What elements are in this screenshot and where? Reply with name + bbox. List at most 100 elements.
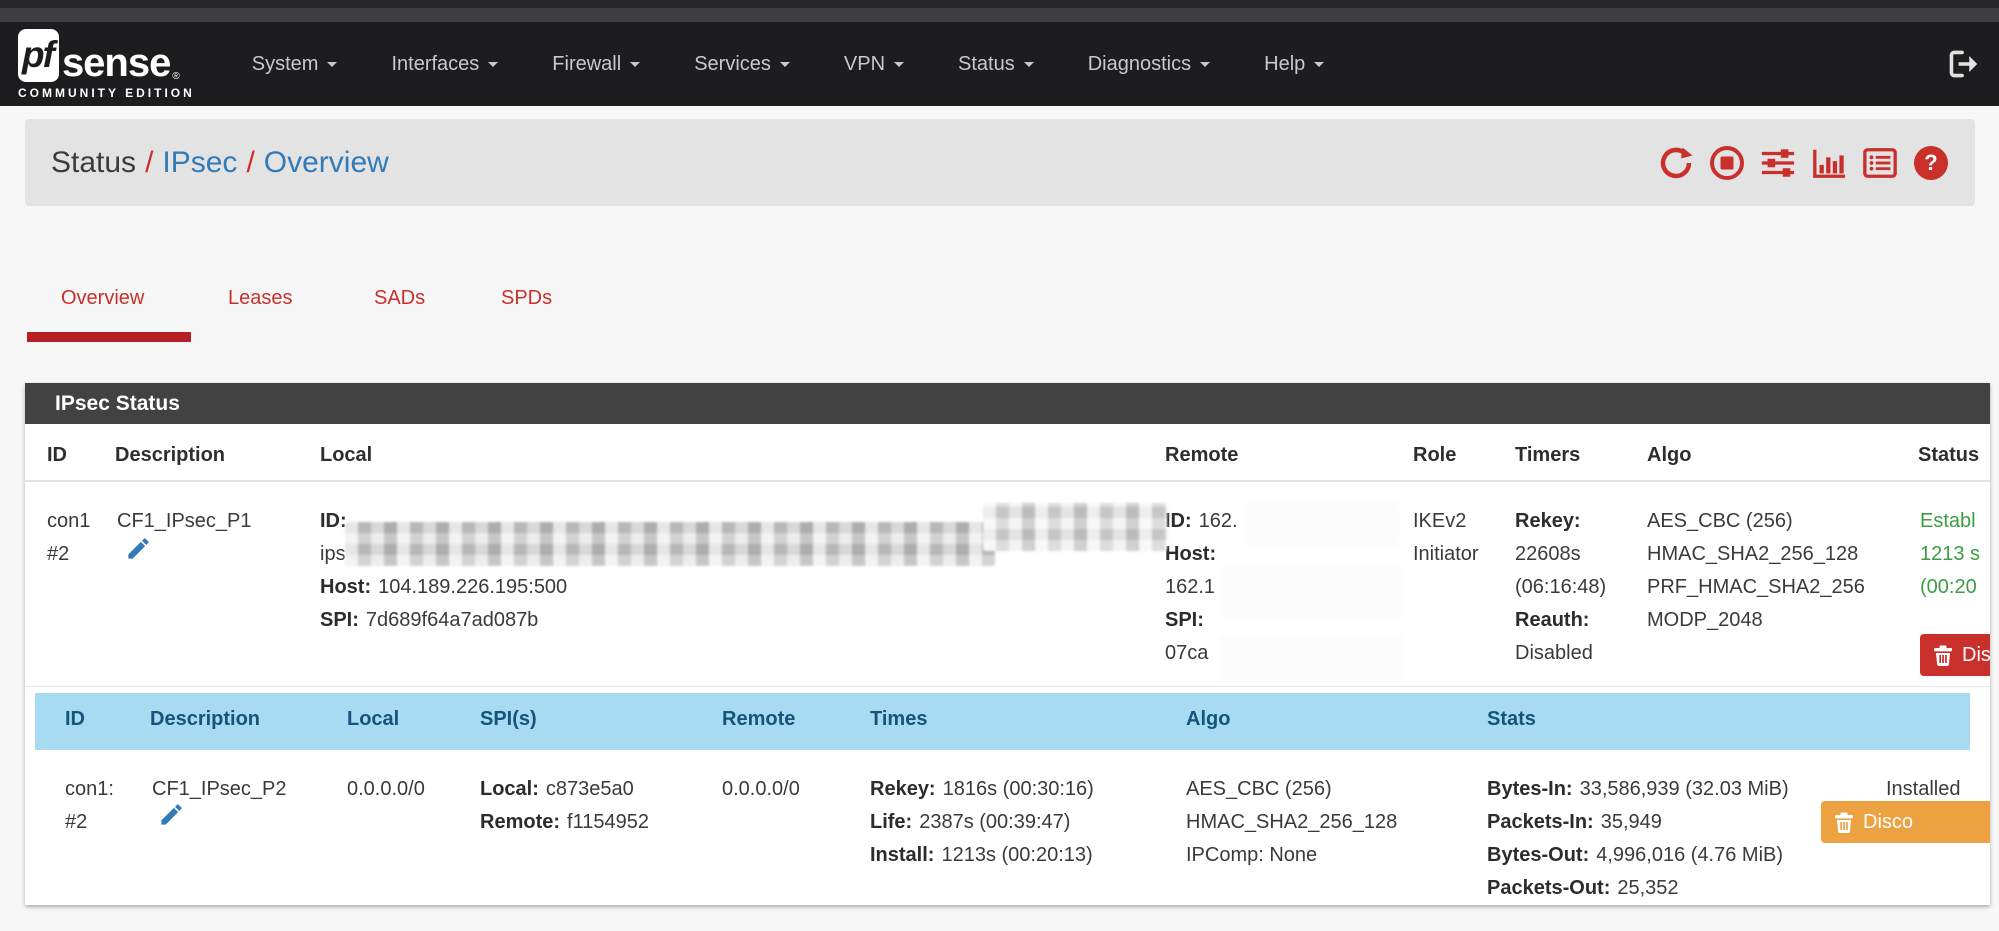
nav-menu: System Interfaces Firewall Services VPN … (225, 22, 1351, 106)
remote-host-label: Host: (1165, 543, 1216, 565)
local-id-label: ID: (320, 510, 347, 532)
time-label: Install: (870, 844, 934, 866)
p2-cell-spi: Local: c873e5a0 Remote: f1154952 (480, 773, 649, 839)
chevron-down-icon (1200, 62, 1210, 67)
p2-header-band (35, 693, 1970, 750)
p1-col-id: ID (47, 444, 67, 467)
nav-item-system[interactable]: System (225, 22, 365, 106)
remote-spi-value: 07ca (1165, 642, 1208, 664)
nav-item-label: Diagnostics (1088, 53, 1191, 76)
p2-col-spi: SPI(s) (480, 708, 537, 731)
chevron-down-icon (1314, 62, 1324, 67)
redaction-block (1224, 571, 1399, 612)
nav-item-firewall[interactable]: Firewall (525, 22, 667, 106)
p1-col-status: Status (1918, 444, 1979, 467)
chevron-down-icon (327, 62, 337, 67)
redaction-block (345, 522, 995, 566)
tab-spds[interactable]: SPDs (501, 287, 552, 310)
registered-mark: ® (172, 71, 179, 82)
nav-item-label: Services (694, 53, 771, 76)
nav-item-vpn[interactable]: VPN (817, 22, 931, 106)
reauth-value: Disabled (1515, 637, 1606, 670)
p2-id-line1: con1: (65, 773, 114, 806)
remote-id-value: 162. (1199, 510, 1238, 532)
role-line2: Initiator (1413, 538, 1479, 571)
breadcrumb-actions: ? (1658, 145, 1949, 181)
p2-cell-local: 0.0.0.0/0 (347, 773, 425, 806)
p1-cell-algo: AES_CBC (256) HMAC_SHA2_256_128 PRF_HMAC… (1647, 505, 1865, 637)
breadcrumb-separator: / (136, 146, 162, 179)
stop-circle-icon[interactable] (1709, 145, 1745, 181)
tab-leases[interactable]: Leases (228, 287, 293, 310)
p1-cell-status: Establ 1213 s (00:20 (1920, 505, 1980, 604)
trash-icon (1933, 644, 1953, 667)
local-host-label: Host: (320, 576, 371, 598)
rekey-label: Rekey: (1515, 510, 1581, 532)
nav-item-services[interactable]: Services (667, 22, 817, 106)
nav-item-label: Interfaces (391, 53, 479, 76)
spi-remote-value: f1154952 (567, 811, 649, 833)
stat-label: Packets-Out: (1487, 877, 1610, 899)
window-top-strip (0, 0, 1999, 8)
edit-pencil-icon[interactable] (125, 535, 152, 567)
stat-label: Packets-In: (1487, 811, 1594, 833)
remote-host-value: 162.1 (1165, 576, 1215, 598)
breadcrumb-bar: Status/IPsec/Overview (25, 119, 1975, 206)
list-icon[interactable] (1862, 145, 1898, 181)
ipsec-status-panel: IPsec Status ID Description Local Remote… (25, 383, 1990, 905)
panel-title: IPsec Status (25, 383, 1990, 424)
trash-icon (1834, 811, 1854, 834)
p1-col-timers: Timers (1515, 444, 1580, 467)
spi-local-value: c873e5a0 (546, 778, 634, 800)
p2-cell-stats: Bytes-In: 33,586,939 (32.03 MiB) Packets-… (1487, 773, 1789, 905)
p1-id-line2: #2 (47, 538, 90, 571)
nav-item-help[interactable]: Help (1237, 22, 1351, 106)
remote-spi-label: SPI: (1165, 609, 1204, 631)
sliders-icon[interactable] (1760, 145, 1796, 181)
tab-sads[interactable]: SADs (374, 287, 425, 310)
nav-item-status[interactable]: Status (931, 22, 1061, 106)
edit-pencil-icon[interactable] (158, 801, 185, 833)
p1-cell-role: IKEv2 Initiator (1413, 505, 1479, 571)
stat-value: 33,586,939 (32.03 MiB) (1580, 778, 1789, 800)
breadcrumb-ipsec-link[interactable]: IPsec (162, 146, 237, 179)
window-title-strip (0, 8, 1999, 22)
p2-id-line2: #2 (65, 806, 114, 839)
sign-out-icon[interactable] (1947, 48, 1979, 80)
bar-chart-icon[interactable] (1811, 145, 1847, 181)
stat-label: Bytes-In: (1487, 778, 1573, 800)
p1-col-remote: Remote (1165, 444, 1238, 467)
spi-local-label: Local: (480, 778, 539, 800)
algo-line: IPComp: None (1186, 839, 1397, 872)
nav-item-diagnostics[interactable]: Diagnostics (1061, 22, 1237, 106)
disconnect-p1-button[interactable]: Dis (1920, 634, 1990, 676)
nav-item-label: VPN (844, 53, 885, 76)
redaction-block (1251, 504, 1395, 545)
question-glyph: ? (1914, 146, 1948, 180)
algo-line: MODP_2048 (1647, 604, 1865, 637)
time-value: 2387s (00:39:47) (919, 811, 1070, 833)
nav-item-label: Status (958, 53, 1015, 76)
help-icon[interactable]: ? (1913, 145, 1949, 181)
stat-value: 35,949 (1601, 811, 1662, 833)
stat-value: 4,996,016 (4.76 MiB) (1596, 844, 1783, 866)
remote-id-label: ID: (1165, 510, 1192, 532)
refresh-icon[interactable] (1658, 145, 1694, 181)
stat-label: Bytes-Out: (1487, 844, 1589, 866)
disconnect-p2-button[interactable]: Disco (1821, 801, 1990, 843)
breadcrumb: Status/IPsec/Overview (51, 146, 389, 180)
p2-remote: 0.0.0.0/0 (722, 773, 800, 806)
nav-item-label: Firewall (552, 53, 621, 76)
breadcrumb-overview-link[interactable]: Overview (264, 146, 389, 179)
p1-cell-description: CF1_IPsec_P1 (117, 505, 252, 538)
time-value: 1213s (00:20:13) (941, 844, 1092, 866)
pfsense-logo[interactable]: pf sense ® COMMUNITY EDITION (18, 29, 195, 100)
pfsense-logo-row: pf sense ® (18, 29, 195, 82)
algo-line: HMAC_SHA2_256_128 (1186, 806, 1397, 839)
community-edition-label: COMMUNITY EDITION (18, 86, 195, 100)
tab-overview[interactable]: Overview (61, 287, 144, 310)
spi-remote-label: Remote: (480, 811, 560, 833)
nav-item-label: System (252, 53, 319, 76)
nav-item-interfaces[interactable]: Interfaces (364, 22, 525, 106)
algo-line: PRF_HMAC_SHA2_256 (1647, 571, 1865, 604)
